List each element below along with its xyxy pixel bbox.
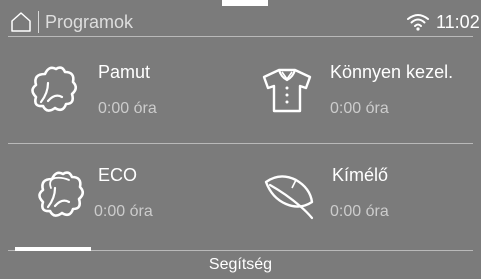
- program-tile-eco[interactable]: ECO 0:00 óra: [8, 144, 240, 250]
- page-title: Programok: [45, 12, 134, 32]
- program-duration: 0:00 óra: [330, 203, 389, 220]
- program-duration: 0:00 óra: [330, 100, 389, 117]
- program-name: Pamut: [98, 62, 151, 82]
- status-bar: Programok 11:02: [0, 0, 481, 36]
- program-duration: 0:00 óra: [98, 100, 157, 117]
- program-name: Kímélő: [332, 165, 389, 185]
- program-tile-kimelo[interactable]: Kímélő 0:00 óra: [240, 144, 472, 250]
- feather-icon: [264, 175, 314, 220]
- program-name: Könnyen kezel.: [330, 62, 454, 82]
- shirt-icon: [262, 68, 312, 113]
- program-duration: 0:00 óra: [94, 203, 153, 220]
- program-tile-pamut[interactable]: Pamut 0:00 óra: [8, 37, 240, 143]
- eco-cotton-icon: [38, 171, 85, 217]
- program-tile-konnyen-kezel[interactable]: Könnyen kezel. 0:00 óra: [240, 37, 472, 143]
- help-button[interactable]: Segítség: [0, 251, 481, 275]
- wifi-icon: [407, 14, 429, 31]
- status-divider: [38, 11, 39, 33]
- cotton-icon: [31, 66, 78, 112]
- program-name: ECO: [98, 165, 138, 185]
- clock: 11:02: [436, 12, 480, 32]
- home-icon[interactable]: [11, 12, 31, 32]
